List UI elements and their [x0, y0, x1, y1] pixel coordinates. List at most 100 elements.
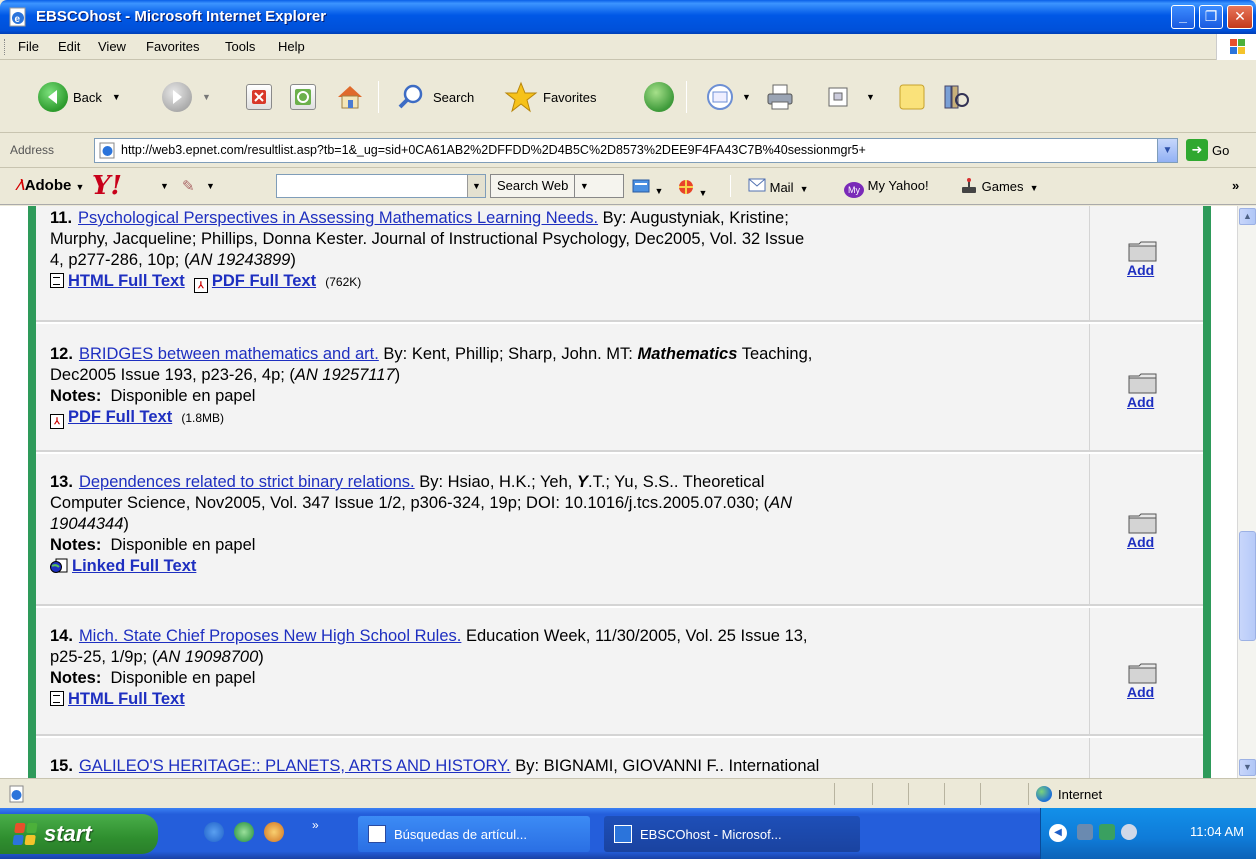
- folder-icon[interactable]: [1128, 240, 1158, 262]
- result-row: 15. GALILEO'S HERITAGE:: PLANETS, ARTS AN…: [36, 738, 1203, 778]
- result-row: 14. Mich. State Chief Proposes New High S…: [36, 608, 1203, 736]
- pdf-full-text-link[interactable]: ⅄ PDF Full Text: [193, 272, 316, 293]
- html-full-text-link[interactable]: HTML Full Text: [50, 690, 185, 708]
- linked-globe-icon: [50, 558, 68, 573]
- print-button[interactable]: [764, 79, 796, 115]
- refresh-button[interactable]: [290, 79, 316, 115]
- task-ebscohost[interactable]: EBSCOhost - Microsof...: [604, 816, 860, 852]
- pdf-icon: ⅄: [193, 278, 208, 293]
- vertical-scrollbar[interactable]: ▲ ▼: [1237, 206, 1256, 778]
- favorites-star-icon: [504, 81, 538, 113]
- scroll-thumb[interactable]: [1239, 531, 1256, 641]
- windows-flag-icon: [12, 823, 38, 845]
- envelope-icon: [748, 178, 766, 192]
- yahoo-logo-icon[interactable]: Y!: [92, 171, 122, 201]
- folder-icon[interactable]: [1128, 512, 1158, 534]
- search-icon: [398, 84, 423, 109]
- menu-edit[interactable]: Edit: [58, 39, 80, 54]
- status-bar: Internet: [0, 778, 1256, 808]
- menu-view[interactable]: View: [98, 39, 126, 54]
- result-title-link[interactable]: GALILEO'S HERITAGE:: PLANETS, ARTS AND H…: [79, 757, 511, 775]
- forward-button[interactable]: ▼: [162, 79, 211, 115]
- stop-button[interactable]: [246, 79, 272, 115]
- scroll-down-icon[interactable]: ▼: [1239, 759, 1256, 776]
- result-title-link[interactable]: Dependences related to strict binary rel…: [79, 473, 415, 491]
- media-quicklaunch-icon[interactable]: [234, 822, 254, 842]
- tray-expand-icon[interactable]: ◀: [1049, 824, 1067, 842]
- page-content: 11. Psychological Perspectives in Assessi…: [0, 206, 1237, 778]
- tray-app-icon[interactable]: [1099, 824, 1115, 840]
- menu-tools[interactable]: Tools: [225, 39, 255, 54]
- menu-help[interactable]: Help: [278, 39, 305, 54]
- address-dropdown-icon[interactable]: ▼: [1157, 139, 1177, 162]
- yahoo-search-input[interactable]: ▼: [276, 174, 486, 198]
- menu-favorites[interactable]: Favorites: [146, 39, 199, 54]
- clock: 11:04 AM: [1190, 824, 1244, 839]
- quicklaunch-overflow-icon[interactable]: »: [312, 818, 319, 832]
- my-yahoo-button[interactable]: My My Yahoo!: [844, 178, 929, 198]
- yahoo-bookmarks-icon[interactable]: ▼: [632, 178, 663, 197]
- back-dropdown-icon[interactable]: ▼: [112, 92, 121, 102]
- yahoo-search-dropdown-icon[interactable]: ▼: [467, 175, 485, 197]
- close-button[interactable]: ✕: [1227, 5, 1253, 29]
- html-full-text-link[interactable]: HTML Full Text: [50, 272, 185, 290]
- add-to-folder-link[interactable]: Add: [1127, 394, 1154, 410]
- title-bar[interactable]: e EBSCOhost - Microsoft Internet Explore…: [0, 0, 1256, 34]
- search-button[interactable]: Search: [396, 79, 474, 115]
- search-web-dropdown-icon[interactable]: ▼: [575, 181, 593, 191]
- html-document-icon: [50, 691, 64, 706]
- tray-messenger-icon[interactable]: [1121, 824, 1137, 840]
- toolbar-overflow-chevron-icon[interactable]: »: [1232, 178, 1239, 193]
- games-joystick-icon: [960, 178, 978, 194]
- result-title-link[interactable]: Psychological Perspectives in Assessing …: [78, 209, 598, 227]
- add-to-folder-link[interactable]: Add: [1127, 534, 1154, 550]
- folder-icon[interactable]: [1128, 372, 1158, 394]
- ie-quicklaunch-icon[interactable]: [204, 822, 224, 842]
- start-button[interactable]: start: [0, 814, 158, 854]
- highlighter-icon[interactable]: ✎: [182, 177, 195, 195]
- standard-toolbar: Back ▼ ▼ Search Favorites ▼ ▼: [0, 61, 1256, 133]
- player-quicklaunch-icon[interactable]: [264, 822, 284, 842]
- address-input[interactable]: http://web3.epnet.com/resultlist.asp?tb=…: [94, 138, 1178, 163]
- add-to-folder-link[interactable]: Add: [1127, 684, 1154, 700]
- games-button[interactable]: Games ▼: [960, 178, 1039, 194]
- back-button[interactable]: Back ▼: [38, 79, 121, 115]
- messenger-button[interactable]: [896, 79, 928, 115]
- html-document-icon: [50, 273, 64, 288]
- minimize-button[interactable]: _: [1171, 5, 1195, 29]
- back-arrow-icon: [38, 82, 68, 112]
- go-button[interactable]: ➜ Go: [1186, 139, 1229, 161]
- tray-network-icon[interactable]: [1077, 824, 1093, 840]
- menu-file[interactable]: File: [18, 39, 39, 54]
- address-label: Address: [10, 143, 55, 157]
- add-to-folder-link[interactable]: Add: [1127, 262, 1154, 278]
- favorites-button[interactable]: Favorites: [504, 79, 596, 115]
- refresh-icon: [290, 84, 316, 110]
- note-icon: [899, 84, 925, 110]
- address-url: http://web3.epnet.com/resultlist.asp?tb=…: [121, 143, 866, 157]
- linked-full-text-link[interactable]: Linked Full Text: [50, 557, 196, 575]
- adobe-button[interactable]: ⁄\Adobe ▼: [18, 177, 84, 194]
- edit-page-icon: [828, 87, 848, 107]
- home-button[interactable]: [334, 79, 366, 115]
- yahoo-anti-spy-icon[interactable]: ▼: [676, 178, 707, 199]
- stop-icon: [246, 84, 272, 110]
- mail-button[interactable]: ▼: [704, 79, 751, 115]
- my-yahoo-icon: My: [844, 182, 864, 198]
- print-icon: [767, 84, 793, 110]
- search-web-button[interactable]: Search Web ▼: [490, 174, 624, 198]
- left-border: [28, 206, 36, 778]
- edit-button[interactable]: ▼: [824, 79, 875, 115]
- folder-icon[interactable]: [1128, 662, 1158, 684]
- forward-dropdown-icon[interactable]: ▼: [202, 92, 211, 102]
- pdf-full-text-link[interactable]: ⅄ PDF Full Text: [50, 408, 172, 429]
- toolbar-grip[interactable]: [4, 39, 7, 55]
- result-title-link[interactable]: BRIDGES between mathematics and art.: [79, 345, 379, 363]
- result-title-link[interactable]: Mich. State Chief Proposes New High Scho…: [79, 627, 461, 645]
- research-button[interactable]: [940, 79, 972, 115]
- scroll-up-icon[interactable]: ▲: [1239, 208, 1256, 225]
- restore-button[interactable]: ❐: [1199, 5, 1223, 29]
- history-button[interactable]: [644, 79, 674, 115]
- task-busquedas[interactable]: Búsquedas de artícul...: [358, 816, 590, 852]
- yahoo-mail-button[interactable]: Mail ▼: [748, 178, 809, 195]
